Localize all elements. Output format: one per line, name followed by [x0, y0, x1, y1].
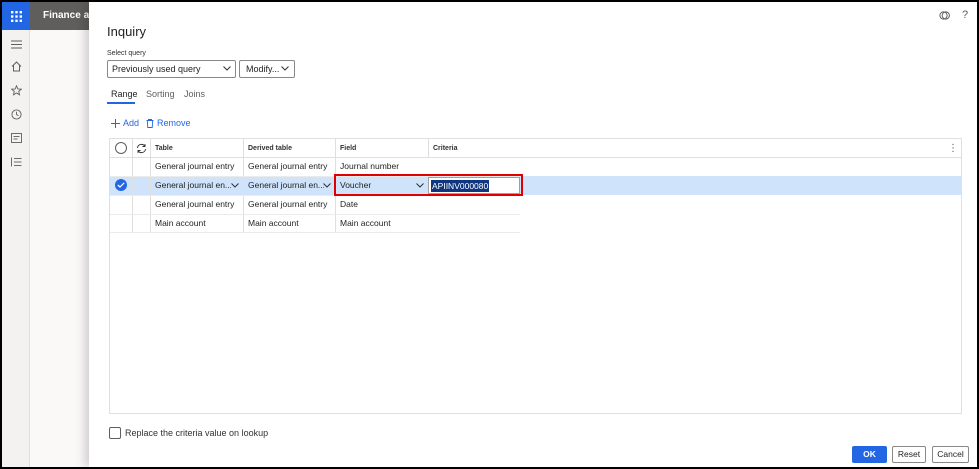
navigation-pane [2, 30, 30, 467]
list-icon [10, 157, 21, 167]
row-2-derived-table[interactable]: General journal en... [244, 176, 324, 195]
header-table[interactable]: Table [151, 139, 243, 158]
ok-button[interactable]: OK [852, 446, 887, 463]
add-icon [111, 118, 120, 128]
add-label: Add [123, 118, 140, 128]
app-frame: Finance and ? Inquiry Select query Previ… [2, 2, 977, 467]
row-4-derived-table[interactable]: Main account [244, 214, 335, 233]
range-grid: Table Derived table Field Criteria ⋮ Gen… [109, 138, 962, 414]
row-3-criteria[interactable] [429, 195, 520, 214]
nav-modules[interactable] [2, 152, 30, 172]
header-field[interactable]: Field [336, 139, 428, 158]
feedback-icon [938, 10, 950, 20]
help-button[interactable]: ? [958, 8, 972, 22]
header-derived-table[interactable]: Derived table [244, 139, 335, 158]
header-criteria[interactable]: Criteria [429, 139, 529, 158]
row-3-table[interactable]: General journal entry [151, 195, 243, 214]
select-query-dropdown[interactable]: Previously used query [107, 60, 236, 78]
remove-label: Remove [157, 118, 191, 128]
nav-favorites[interactable] [2, 80, 30, 100]
select-query-value: Previously used query [112, 64, 201, 74]
row-4-table[interactable]: Main account [151, 214, 243, 233]
row-1-table[interactable]: General journal entry [151, 157, 243, 176]
star-icon [10, 84, 22, 96]
chevron-down-icon [223, 66, 231, 71]
help-icon: ? [961, 9, 969, 21]
row-1-derived-table[interactable]: General journal entry [244, 157, 335, 176]
modify-button[interactable]: Modify... [239, 60, 295, 78]
tab-range[interactable]: Range [111, 89, 138, 99]
nav-home[interactable] [2, 56, 30, 76]
row-4-criteria[interactable] [429, 214, 520, 233]
waffle-icon [10, 10, 22, 22]
nav-workspaces[interactable] [2, 128, 30, 148]
tab-sorting[interactable]: Sorting [146, 89, 175, 99]
waffle-button[interactable] [2, 2, 30, 30]
row-3-derived-table[interactable]: General journal entry [244, 195, 335, 214]
inquiry-dialog: ? Inquiry Select query Previously used q… [89, 2, 977, 467]
active-tab-indicator [107, 102, 135, 104]
hamburger-icon [10, 40, 22, 48]
chevron-down-icon[interactable] [231, 183, 239, 188]
add-button[interactable]: Add [111, 118, 139, 128]
feedback-button[interactable] [937, 8, 951, 22]
modify-label: Modify... [246, 64, 280, 74]
more-icon[interactable]: ⋮ [948, 142, 958, 155]
replace-criteria-label: Replace the criteria value on lookup [125, 428, 269, 438]
remove-button[interactable]: Remove [146, 118, 191, 128]
dialog-title: Inquiry [107, 24, 147, 39]
cancel-button[interactable]: Cancel [932, 446, 969, 463]
highlight-annotation [334, 174, 523, 196]
row-2-table[interactable]: General journal en... [151, 176, 231, 195]
chevron-down-icon [281, 66, 289, 71]
chevron-down-icon[interactable] [323, 183, 331, 188]
row-3-field[interactable]: Date [336, 195, 428, 214]
delete-icon [146, 118, 154, 128]
refresh-icon[interactable] [136, 143, 147, 154]
select-query-label: Select query [107, 50, 146, 57]
clock-icon [10, 108, 22, 120]
home-icon [11, 60, 21, 71]
row-4-field[interactable]: Main account [336, 214, 428, 233]
workspace-icon [10, 133, 22, 143]
tab-joins[interactable]: Joins [184, 89, 205, 99]
replace-criteria-option[interactable]: Replace the criteria value on lookup [109, 427, 268, 439]
row-2-checkbox[interactable] [115, 179, 127, 191]
check-icon [117, 182, 125, 188]
nav-recent[interactable] [2, 104, 30, 124]
replace-criteria-checkbox[interactable] [109, 427, 121, 439]
nav-menu-button[interactable] [2, 34, 30, 54]
select-all-checkbox[interactable] [115, 142, 127, 154]
reset-button[interactable]: Reset [892, 446, 926, 463]
